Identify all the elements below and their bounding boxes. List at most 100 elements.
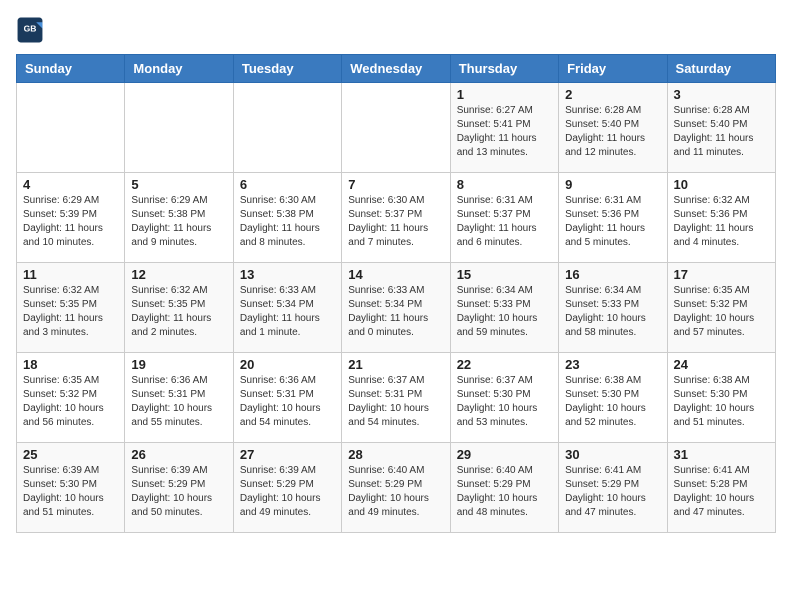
day-number: 22	[457, 357, 552, 372]
day-info: Sunrise: 6:33 AM Sunset: 5:34 PM Dayligh…	[240, 284, 335, 340]
day-number: 24	[674, 357, 769, 372]
calendar-week-1: 1 Sunrise: 6:27 AM Sunset: 5:41 PM Daylig…	[17, 83, 776, 173]
page-header: GB	[16, 16, 776, 44]
day-info: Sunrise: 6:32 AM Sunset: 5:35 PM Dayligh…	[131, 284, 226, 340]
day-number: 20	[240, 357, 335, 372]
day-info: Sunrise: 6:35 AM Sunset: 5:32 PM Dayligh…	[674, 284, 769, 340]
day-info: Sunrise: 6:34 AM Sunset: 5:33 PM Dayligh…	[565, 284, 660, 340]
calendar-week-2: 4Sunrise: 6:29 AM Sunset: 5:39 PM Daylig…	[17, 173, 776, 263]
day-number: 18	[23, 357, 118, 372]
calendar-cell: 12 Sunrise: 6:32 AM Sunset: 5:35 PM Dayli…	[125, 263, 233, 353]
day-number: 23	[565, 357, 660, 372]
calendar-cell: 11 Sunrise: 6:32 AM Sunset: 5:35 PM Dayli…	[17, 263, 125, 353]
calendar-header: SundayMondayTuesdayWednesdayThursdayFrid…	[17, 55, 776, 83]
day-info: Sunrise: 6:39 AM Sunset: 5:29 PM Dayligh…	[131, 464, 226, 520]
svg-text:GB: GB	[24, 24, 37, 34]
calendar-cell	[233, 83, 341, 173]
weekday-header-friday: Friday	[559, 55, 667, 83]
day-info: Sunrise: 6:38 AM Sunset: 5:30 PM Dayligh…	[565, 374, 660, 430]
day-info: Sunrise: 6:41 AM Sunset: 5:29 PM Dayligh…	[565, 464, 660, 520]
day-info: Sunrise: 6:34 AM Sunset: 5:33 PM Dayligh…	[457, 284, 552, 340]
day-info: Sunrise: 6:40 AM Sunset: 5:29 PM Dayligh…	[457, 464, 552, 520]
calendar-cell: 14 Sunrise: 6:33 AM Sunset: 5:34 PM Dayli…	[342, 263, 450, 353]
day-number: 14	[348, 267, 443, 282]
day-info: Sunrise: 6:27 AM Sunset: 5:41 PM Dayligh…	[457, 104, 552, 160]
calendar-cell: 20Sunrise: 6:36 AM Sunset: 5:31 PM Dayli…	[233, 353, 341, 443]
day-number: 16	[565, 267, 660, 282]
calendar-week-3: 11 Sunrise: 6:32 AM Sunset: 5:35 PM Dayli…	[17, 263, 776, 353]
day-info: Sunrise: 6:31 AM Sunset: 5:37 PM Dayligh…	[457, 194, 552, 250]
weekday-header-saturday: Saturday	[667, 55, 775, 83]
day-number: 5	[131, 177, 226, 192]
calendar-cell: 30 Sunrise: 6:41 AM Sunset: 5:29 PM Dayli…	[559, 443, 667, 533]
day-info: Sunrise: 6:29 AM Sunset: 5:38 PM Dayligh…	[131, 194, 226, 250]
day-number: 9	[565, 177, 660, 192]
day-number: 17	[674, 267, 769, 282]
calendar-cell: 4Sunrise: 6:29 AM Sunset: 5:39 PM Daylig…	[17, 173, 125, 263]
calendar-cell: 21 Sunrise: 6:37 AM Sunset: 5:31 PM Dayli…	[342, 353, 450, 443]
calendar-cell: 2 Sunrise: 6:28 AM Sunset: 5:40 PM Daylig…	[559, 83, 667, 173]
day-number: 11	[23, 267, 118, 282]
day-info: Sunrise: 6:30 AM Sunset: 5:37 PM Dayligh…	[348, 194, 443, 250]
day-info: Sunrise: 6:37 AM Sunset: 5:30 PM Dayligh…	[457, 374, 552, 430]
logo: GB	[16, 16, 48, 44]
day-number: 28	[348, 447, 443, 462]
day-info: Sunrise: 6:41 AM Sunset: 5:28 PM Dayligh…	[674, 464, 769, 520]
calendar-cell: 23 Sunrise: 6:38 AM Sunset: 5:30 PM Dayli…	[559, 353, 667, 443]
day-number: 12	[131, 267, 226, 282]
day-info: Sunrise: 6:40 AM Sunset: 5:29 PM Dayligh…	[348, 464, 443, 520]
day-number: 10	[674, 177, 769, 192]
day-number: 1	[457, 87, 552, 102]
day-info: Sunrise: 6:37 AM Sunset: 5:31 PM Dayligh…	[348, 374, 443, 430]
calendar-cell: 22 Sunrise: 6:37 AM Sunset: 5:30 PM Dayli…	[450, 353, 558, 443]
day-number: 30	[565, 447, 660, 462]
calendar-cell: 15 Sunrise: 6:34 AM Sunset: 5:33 PM Dayli…	[450, 263, 558, 353]
day-info: Sunrise: 6:29 AM Sunset: 5:39 PM Dayligh…	[23, 194, 118, 250]
day-info: Sunrise: 6:30 AM Sunset: 5:38 PM Dayligh…	[240, 194, 335, 250]
day-info: Sunrise: 6:32 AM Sunset: 5:36 PM Dayligh…	[674, 194, 769, 250]
day-info: Sunrise: 6:33 AM Sunset: 5:34 PM Dayligh…	[348, 284, 443, 340]
calendar-cell: 25 Sunrise: 6:39 AM Sunset: 5:30 PM Dayli…	[17, 443, 125, 533]
calendar-cell: 1 Sunrise: 6:27 AM Sunset: 5:41 PM Daylig…	[450, 83, 558, 173]
calendar-cell: 9 Sunrise: 6:31 AM Sunset: 5:36 PM Daylig…	[559, 173, 667, 263]
calendar-cell	[125, 83, 233, 173]
day-info: Sunrise: 6:39 AM Sunset: 5:30 PM Dayligh…	[23, 464, 118, 520]
calendar-cell: 19Sunrise: 6:36 AM Sunset: 5:31 PM Dayli…	[125, 353, 233, 443]
calendar-cell	[17, 83, 125, 173]
calendar-cell: 17 Sunrise: 6:35 AM Sunset: 5:32 PM Dayli…	[667, 263, 775, 353]
day-number: 19	[131, 357, 226, 372]
day-info: Sunrise: 6:32 AM Sunset: 5:35 PM Dayligh…	[23, 284, 118, 340]
day-number: 6	[240, 177, 335, 192]
day-number: 8	[457, 177, 552, 192]
day-info: Sunrise: 6:38 AM Sunset: 5:30 PM Dayligh…	[674, 374, 769, 430]
day-number: 26	[131, 447, 226, 462]
day-info: Sunrise: 6:28 AM Sunset: 5:40 PM Dayligh…	[674, 104, 769, 160]
calendar-cell: 29Sunrise: 6:40 AM Sunset: 5:29 PM Dayli…	[450, 443, 558, 533]
day-info: Sunrise: 6:35 AM Sunset: 5:32 PM Dayligh…	[23, 374, 118, 430]
calendar-cell: 13 Sunrise: 6:33 AM Sunset: 5:34 PM Dayli…	[233, 263, 341, 353]
calendar-week-5: 25 Sunrise: 6:39 AM Sunset: 5:30 PM Dayli…	[17, 443, 776, 533]
calendar-cell: 10 Sunrise: 6:32 AM Sunset: 5:36 PM Dayli…	[667, 173, 775, 263]
weekday-header-monday: Monday	[125, 55, 233, 83]
calendar-cell: 24 Sunrise: 6:38 AM Sunset: 5:30 PM Dayli…	[667, 353, 775, 443]
calendar-cell: 27Sunrise: 6:39 AM Sunset: 5:29 PM Dayli…	[233, 443, 341, 533]
calendar-cell: 31 Sunrise: 6:41 AM Sunset: 5:28 PM Dayli…	[667, 443, 775, 533]
weekday-header-wednesday: Wednesday	[342, 55, 450, 83]
calendar-cell: 6 Sunrise: 6:30 AM Sunset: 5:38 PM Daylig…	[233, 173, 341, 263]
logo-icon: GB	[16, 16, 44, 44]
calendar-cell: 16 Sunrise: 6:34 AM Sunset: 5:33 PM Dayli…	[559, 263, 667, 353]
day-number: 21	[348, 357, 443, 372]
calendar-cell: 5 Sunrise: 6:29 AM Sunset: 5:38 PM Daylig…	[125, 173, 233, 263]
day-info: Sunrise: 6:31 AM Sunset: 5:36 PM Dayligh…	[565, 194, 660, 250]
day-number: 7	[348, 177, 443, 192]
day-number: 15	[457, 267, 552, 282]
day-number: 25	[23, 447, 118, 462]
day-number: 2	[565, 87, 660, 102]
day-number: 3	[674, 87, 769, 102]
day-number: 31	[674, 447, 769, 462]
calendar-cell: 18 Sunrise: 6:35 AM Sunset: 5:32 PM Dayli…	[17, 353, 125, 443]
day-info: Sunrise: 6:28 AM Sunset: 5:40 PM Dayligh…	[565, 104, 660, 160]
calendar-cell: 26 Sunrise: 6:39 AM Sunset: 5:29 PM Dayli…	[125, 443, 233, 533]
weekday-header-thursday: Thursday	[450, 55, 558, 83]
day-number: 13	[240, 267, 335, 282]
